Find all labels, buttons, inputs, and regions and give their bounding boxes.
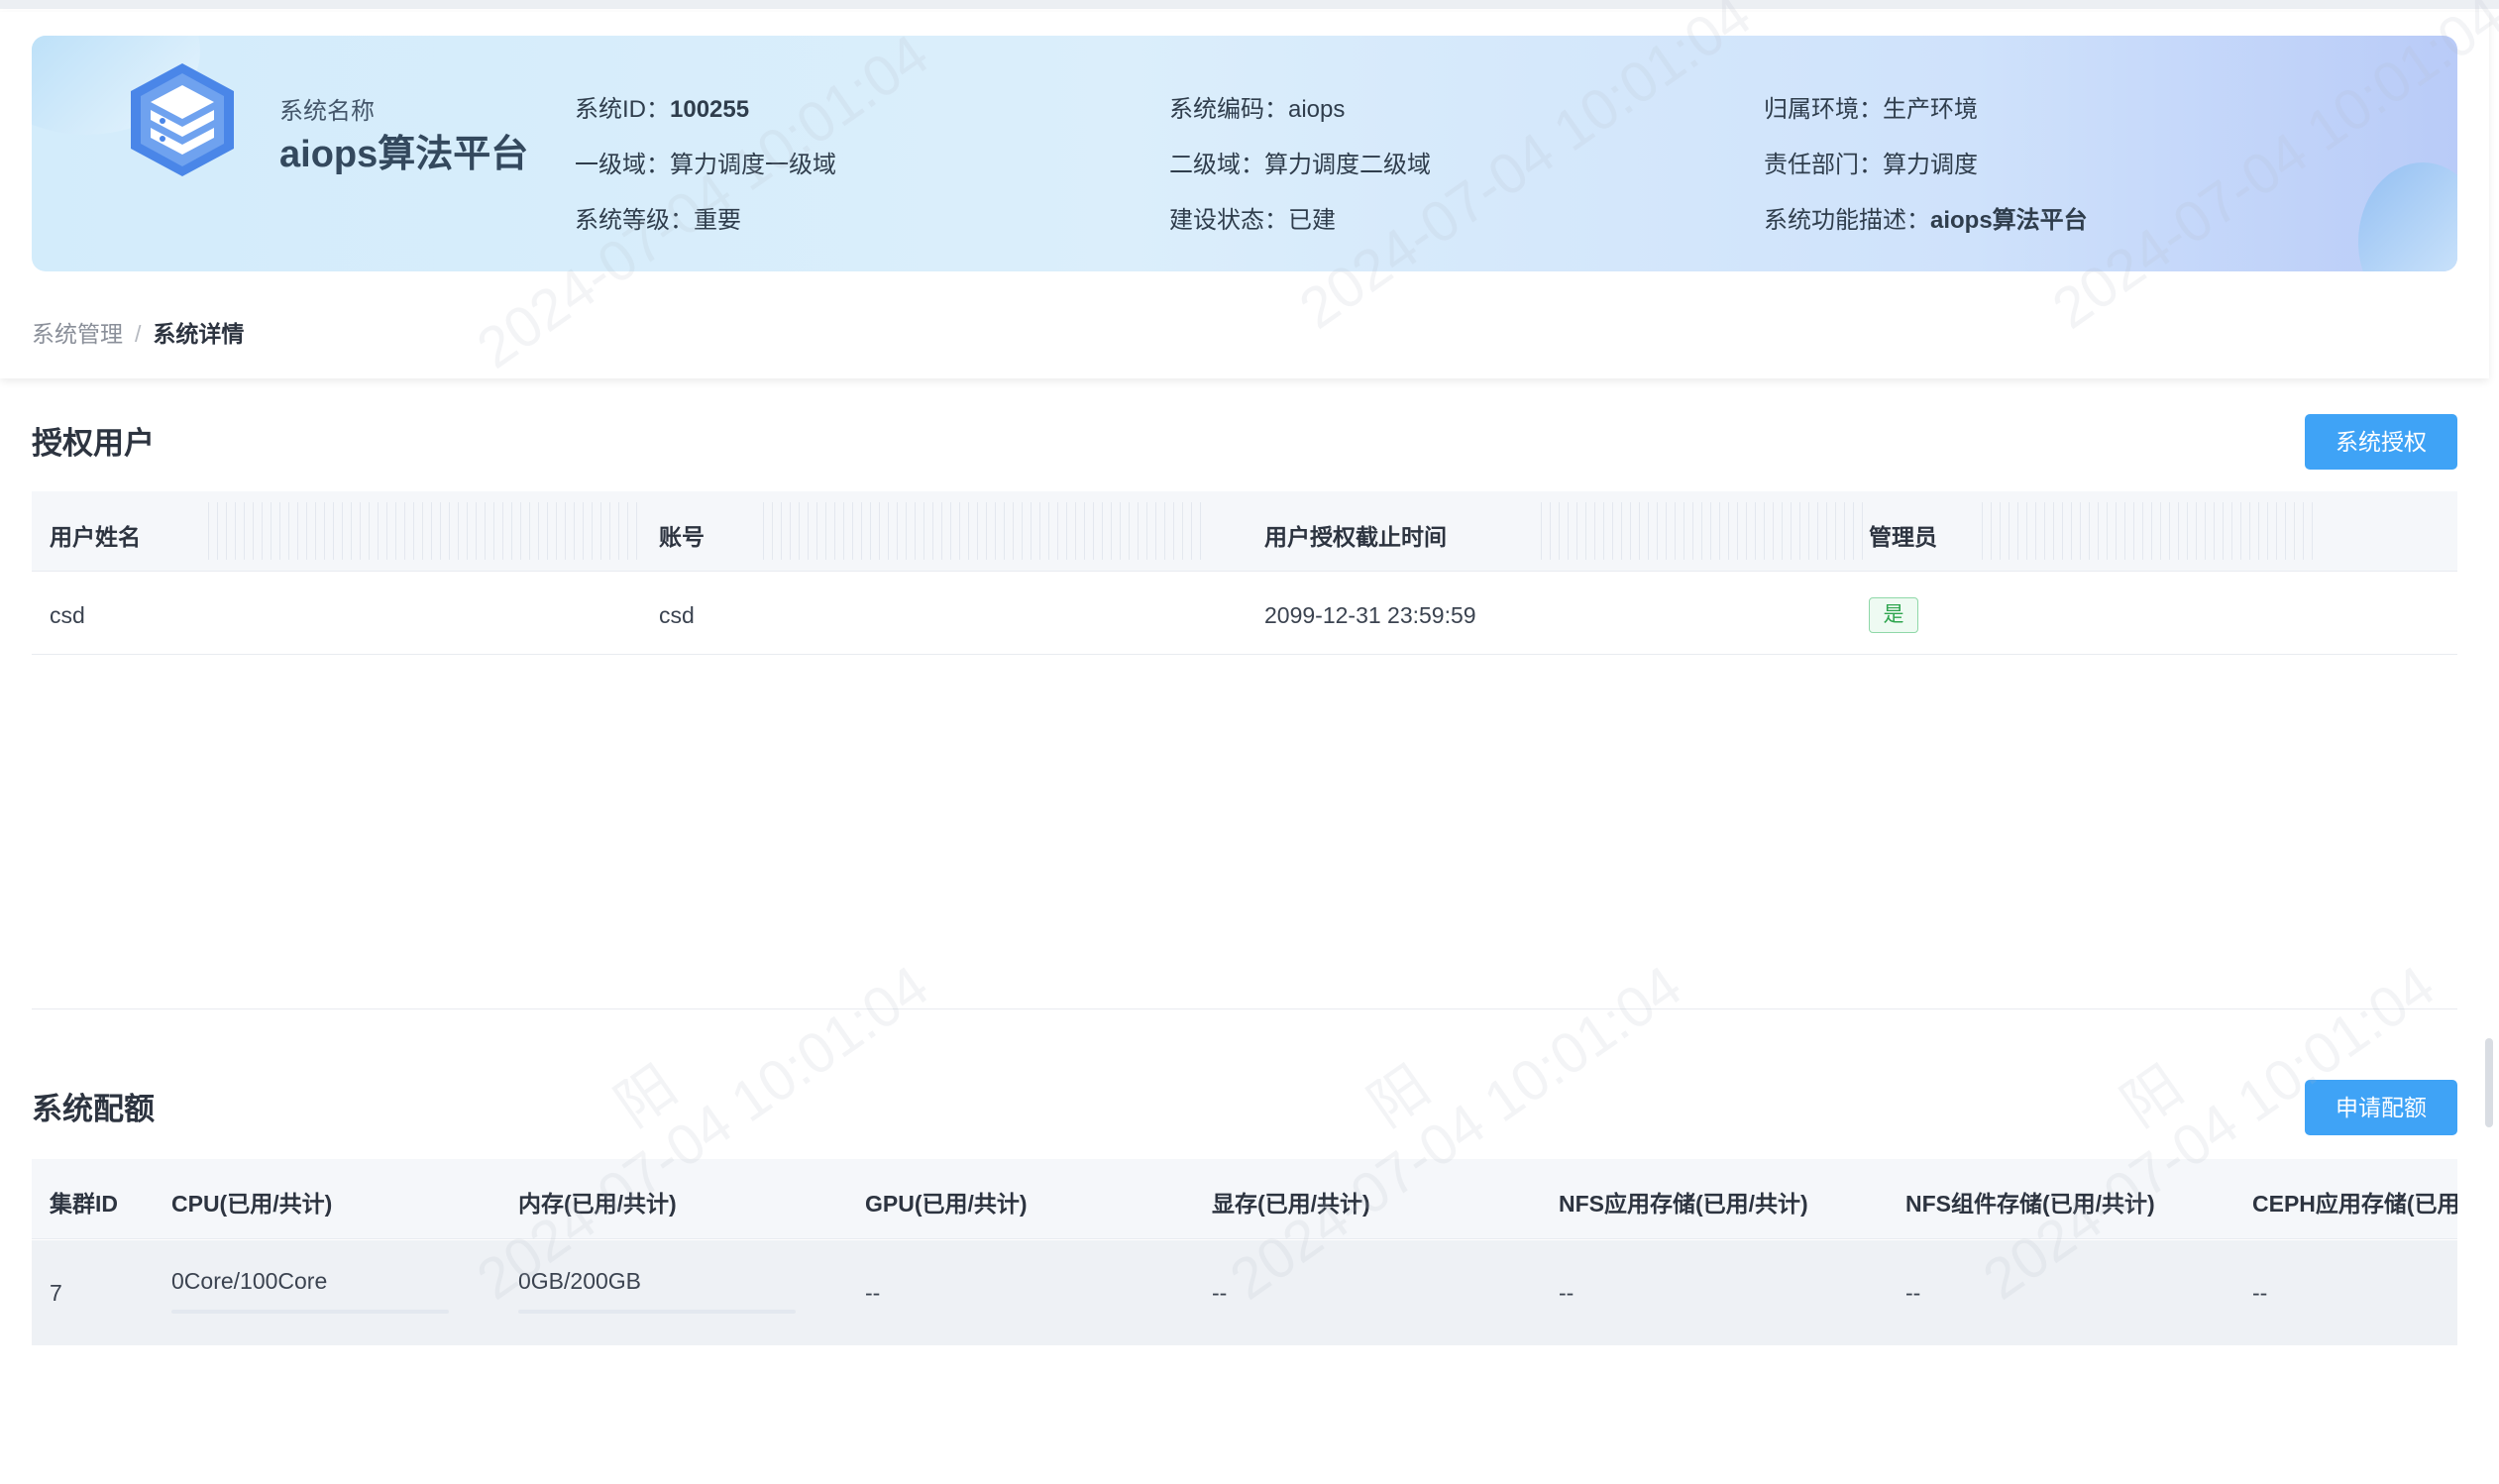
table-row-divider — [32, 654, 2457, 655]
th-nfs-app-storage[interactable]: NFS应用存储(已用/共计) — [1559, 1185, 1808, 1219]
watermark-name: 阳 — [2110, 1053, 2195, 1139]
column-resize-handle[interactable] — [1541, 502, 1868, 560]
banner-decoration — [2358, 162, 2457, 271]
th-vram[interactable]: 显存(已用/共计) — [1212, 1185, 1370, 1219]
th-memory[interactable]: 内存(已用/共计) — [518, 1185, 677, 1219]
cell-account: csd — [659, 602, 695, 628]
system-name: aiops算法平台 — [279, 134, 529, 175]
apply-quota-button[interactable]: 申请配额 — [2305, 1080, 2457, 1135]
cell-gpu: -- — [865, 1280, 881, 1306]
memory-usage-bar — [518, 1310, 796, 1314]
info-description: 系统功能描述：aiops算法平台 — [1764, 207, 2088, 234]
breadcrumb: 系统管理 / 系统详情 — [32, 315, 244, 349]
info-system-level: 系统等级：重要 — [575, 207, 741, 234]
system-authorize-button[interactable]: 系统授权 — [2305, 414, 2457, 470]
cpu-usage-bar — [171, 1310, 449, 1314]
cell-memory: 0GB/200GB — [518, 1268, 642, 1294]
th-account[interactable]: 账号 — [659, 518, 705, 552]
quota-table-row — [32, 1240, 2457, 1345]
watermark-name: 阳 — [603, 1053, 689, 1139]
th-ceph-clip: CEPH应用存储(已用/共计) — [2252, 1185, 2457, 1219]
info-environment: 归属环境：生产环境 — [1764, 96, 1978, 123]
cell-vram: -- — [1212, 1280, 1228, 1306]
top-border — [0, 0, 2499, 9]
info-level1-domain: 一级域：算力调度一级域 — [575, 152, 836, 178]
breadcrumb-system-management[interactable]: 系统管理 — [32, 321, 123, 347]
section-divider — [32, 1008, 2457, 1009]
th-nfs-component-storage[interactable]: NFS组件存储(已用/共计) — [1905, 1185, 2155, 1219]
th-user-name[interactable]: 用户姓名 — [50, 518, 141, 552]
th-ceph-app-storage[interactable]: CEPH应用存储(已用/共计) — [2252, 1191, 2457, 1217]
column-resize-handle[interactable] — [763, 502, 1204, 560]
info-level2-domain: 二级域：算力调度二级域 — [1169, 152, 1431, 178]
th-cpu[interactable]: CPU(已用/共计) — [171, 1185, 332, 1219]
cell-ceph-app-storage: -- — [2252, 1280, 2268, 1306]
breadcrumb-current: 系统详情 — [153, 321, 245, 347]
info-build-status: 建设状态：已建 — [1169, 207, 1336, 234]
cell-cpu: 0Core/100Core — [171, 1268, 328, 1294]
admin-status-badge: 是 — [1869, 597, 1918, 633]
server-cube-icon — [131, 63, 234, 176]
vertical-scrollbar[interactable] — [2485, 1038, 2493, 1127]
system-name-label: 系统名称 — [279, 98, 375, 125]
info-system-id: 系统ID：100255 — [575, 96, 750, 123]
cell-nfs-component-storage: -- — [1905, 1280, 1921, 1306]
th-admin[interactable]: 管理员 — [1869, 518, 1937, 552]
breadcrumb-separator: / — [135, 321, 142, 347]
th-cluster-id[interactable]: 集群ID — [50, 1185, 118, 1219]
column-resize-handle[interactable] — [208, 502, 644, 560]
th-auth-expire[interactable]: 用户授权截止时间 — [1264, 518, 1447, 552]
cell-cluster-id: 7 — [50, 1280, 62, 1306]
quota-title: 系统配额 — [32, 1092, 155, 1126]
column-resize-handle[interactable] — [1982, 502, 2314, 560]
cell-auth-expire: 2099-12-31 23:59:59 — [1264, 602, 1476, 628]
watermark-name: 阳 — [1357, 1053, 1442, 1139]
th-gpu[interactable]: GPU(已用/共计) — [865, 1185, 1028, 1219]
cell-user-name: csd — [50, 602, 85, 628]
auth-users-title: 授权用户 — [32, 426, 155, 461]
info-department: 责任部门：算力调度 — [1764, 152, 1978, 178]
info-system-code: 系统编码：aiops — [1169, 96, 1346, 123]
cell-nfs-app-storage: -- — [1559, 1280, 1575, 1306]
